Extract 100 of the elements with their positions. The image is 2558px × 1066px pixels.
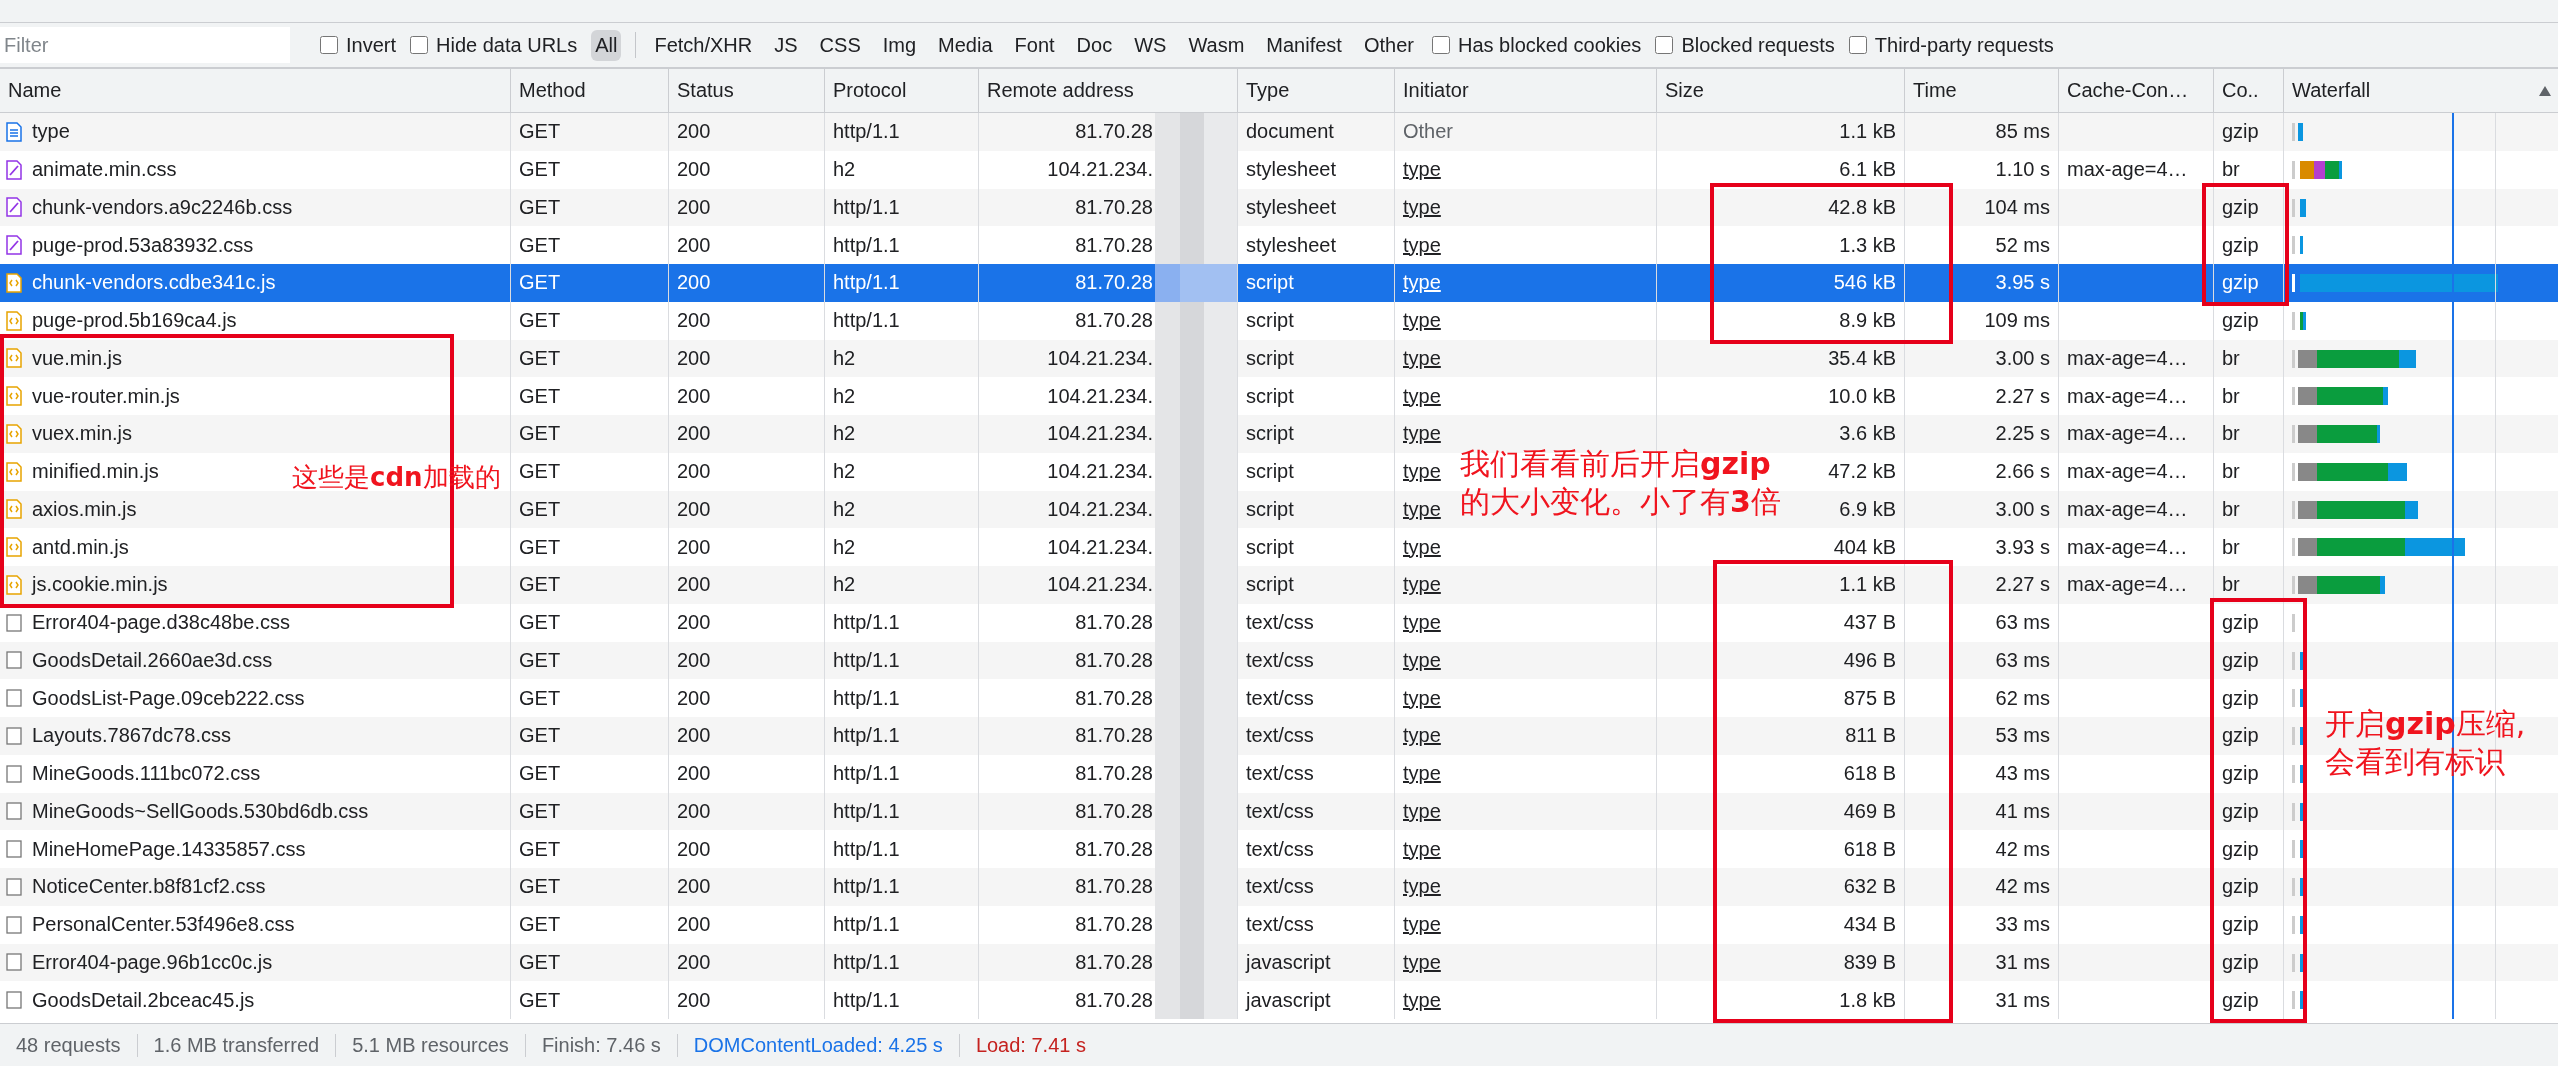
request-name[interactable]: MineGoods.111bc072.css	[32, 762, 261, 786]
initiator-link[interactable]: type	[1403, 271, 1441, 295]
initiator-link[interactable]: type	[1403, 875, 1441, 899]
column-header[interactable]: Name	[0, 69, 511, 113]
type-filter[interactable]: Manifest	[1262, 29, 1346, 61]
request-name[interactable]: vuex.min.js	[32, 422, 133, 446]
request-name[interactable]: MineHomePage.14335857.css	[32, 837, 306, 861]
status-text: 200	[677, 497, 711, 521]
initiator-link[interactable]: type	[1403, 686, 1441, 710]
initiator-link[interactable]: type	[1403, 837, 1441, 861]
column-header[interactable]: Co..	[2214, 69, 2284, 113]
initiator-link[interactable]: type	[1403, 422, 1441, 446]
type-filter[interactable]: Img	[878, 29, 921, 61]
request-name[interactable]: Layouts.7867dc78.css	[32, 724, 232, 748]
column-header[interactable]: Status	[669, 69, 825, 113]
size-text: 6.1 kB	[1839, 158, 1896, 182]
time-text: 53 ms	[1995, 724, 2050, 748]
encoding-text: br	[2222, 535, 2240, 559]
initiator-link[interactable]: type	[1403, 950, 1441, 974]
request-name[interactable]: axios.min.js	[32, 497, 137, 521]
initiator-link[interactable]: type	[1403, 158, 1441, 182]
column-header[interactable]: Initiator	[1395, 69, 1657, 113]
column-header[interactable]: Type	[1238, 69, 1395, 113]
checkbox[interactable]	[1655, 36, 1674, 54]
type-filter[interactable]: JS	[770, 29, 802, 61]
file-icon	[6, 650, 22, 671]
script-icon	[6, 423, 22, 444]
initiator-link[interactable]: type	[1403, 384, 1441, 408]
status-text: 200	[677, 233, 711, 257]
initiator-link[interactable]: type	[1403, 799, 1441, 823]
checkbox[interactable]	[1431, 36, 1450, 54]
request-name[interactable]: js.cookie.min.js	[32, 573, 168, 597]
status-text: 200	[677, 611, 711, 635]
initiator-link[interactable]: type	[1403, 460, 1441, 484]
size-text: 6.9 kB	[1839, 497, 1896, 521]
column-header[interactable]: Time	[1905, 69, 2059, 113]
type-filter[interactable]: Font	[1010, 29, 1059, 61]
column-header[interactable]: Size	[1657, 69, 1905, 113]
column-header[interactable]: Method	[511, 69, 669, 113]
filter-field[interactable]: Filter	[0, 27, 290, 63]
checkbox[interactable]	[410, 36, 429, 54]
method-text: GET	[519, 875, 561, 899]
request-name[interactable]: vue-router.min.js	[32, 384, 180, 408]
initiator-link[interactable]: type	[1403, 195, 1441, 219]
initiator-link[interactable]: type	[1403, 724, 1441, 748]
waterfall-bar	[2292, 613, 2295, 632]
request-name[interactable]: antd.min.js	[32, 535, 129, 559]
initiator-link[interactable]: type	[1403, 611, 1441, 635]
column-header[interactable]: Waterfall	[2284, 69, 2558, 113]
initiator-link[interactable]: type	[1403, 913, 1441, 937]
type-filter[interactable]: WS	[1130, 29, 1171, 61]
status-text: Finish: 7.46 s	[525, 1034, 678, 1057]
request-name[interactable]: vue.min.js	[32, 346, 123, 370]
initiator-link[interactable]: type	[1403, 988, 1441, 1012]
protocol-text: http/1.1	[833, 611, 900, 635]
type-filter[interactable]: Wasm	[1184, 29, 1249, 61]
request-name[interactable]: type	[32, 120, 70, 144]
type-filter[interactable]: All	[591, 29, 622, 61]
request-name[interactable]: minified.min.js	[32, 460, 159, 484]
encoding-text: br	[2222, 497, 2240, 521]
request-name[interactable]: PersonalCenter.53f496e8.css	[32, 913, 295, 937]
encoding-text: gzip	[2222, 648, 2259, 672]
column-header[interactable]: Remote address	[979, 69, 1238, 113]
column-header[interactable]: Cache-Con…	[2059, 69, 2214, 113]
initiator-link[interactable]: type	[1403, 762, 1441, 786]
checkbox[interactable]	[320, 36, 338, 54]
initiator-link[interactable]: type	[1403, 535, 1441, 559]
request-name[interactable]: animate.min.css	[32, 158, 177, 182]
request-name[interactable]: GoodsList-Page.09ceb222.css	[32, 686, 305, 710]
status-text: 200	[677, 158, 711, 182]
initiator-link[interactable]: type	[1403, 309, 1441, 333]
type-filter[interactable]: CSS	[815, 29, 865, 61]
type-filter[interactable]: Media	[934, 29, 997, 61]
type-filter[interactable]: Other	[1359, 29, 1418, 61]
type-filter[interactable]: Fetch/XHR	[650, 29, 757, 61]
initiator-link[interactable]: type	[1403, 346, 1441, 370]
request-name[interactable]: puge-prod.5b169ca4.js	[32, 309, 237, 333]
checkbox-label: Invert	[346, 33, 397, 57]
request-name[interactable]: GoodsDetail.2bceac45.js	[32, 988, 255, 1012]
cache-control-text: max-age=4…	[2067, 573, 2188, 597]
checkbox[interactable]	[1848, 36, 1867, 54]
request-name[interactable]: MineGoods~SellGoods.530bd6db.css	[32, 799, 369, 823]
request-name[interactable]: NoticeCenter.b8f81cf2.css	[32, 875, 266, 899]
request-name[interactable]: chunk-vendors.cdbe341c.js	[32, 271, 276, 295]
encoding-text: br	[2222, 573, 2240, 597]
status-text: 200	[677, 120, 711, 144]
initiator-link[interactable]: type	[1403, 233, 1441, 257]
request-name[interactable]: chunk-vendors.a9c2246b.css	[32, 195, 293, 219]
request-name[interactable]: GoodsDetail.2660ae3d.css	[32, 648, 273, 672]
request-name[interactable]: Error404-page.96b1cc0c.js	[32, 950, 273, 974]
time-text: 42 ms	[1995, 875, 2050, 899]
initiator-link[interactable]: type	[1403, 648, 1441, 672]
column-header[interactable]: Protocol	[825, 69, 979, 113]
initiator-link[interactable]: type	[1403, 573, 1441, 597]
type-filter[interactable]: Doc	[1072, 29, 1117, 61]
protocol-text: h2	[833, 346, 856, 370]
request-name[interactable]: Error404-page.d38c48be.css	[32, 611, 290, 635]
type-text: script	[1246, 497, 1294, 521]
initiator-link[interactable]: type	[1403, 497, 1441, 521]
request-name[interactable]: puge-prod.53a83932.css	[32, 233, 254, 257]
